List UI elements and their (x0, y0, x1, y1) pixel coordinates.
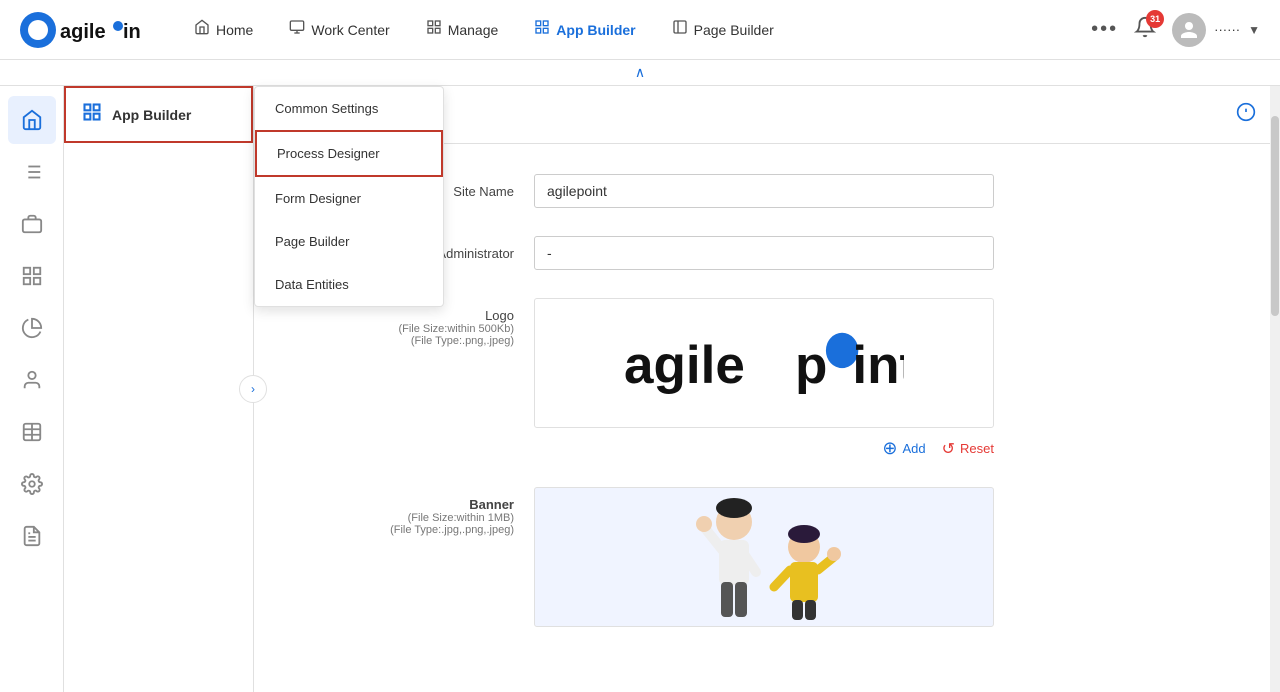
svg-text:int: int (123, 21, 140, 43)
agilepoint-logo-svg: agile int (20, 12, 140, 48)
logo: agile int (20, 12, 140, 48)
add-logo-btn[interactable]: ⊕ Add (882, 438, 925, 459)
nav-workcenter-label: Work Center (311, 22, 389, 38)
sidebar-item-settings[interactable] (8, 460, 56, 508)
banner-label: Banner (File Size:within 1MB) (File Type… (294, 487, 514, 536)
app-builder-button[interactable]: App Builder (64, 86, 253, 143)
sidebar-item-user[interactable] (8, 356, 56, 404)
app-builder-btn-icon (82, 102, 102, 127)
site-name-input[interactable]: agilepoint (534, 174, 994, 208)
app-builder-label: App Builder (112, 107, 191, 123)
banner-illustration (664, 492, 864, 622)
nav-appbuilder-label: App Builder (556, 22, 635, 38)
nav-pagebuilder[interactable]: Page Builder (658, 11, 788, 48)
info-icon[interactable] (1236, 102, 1256, 127)
scrollbar-thumb (1271, 116, 1279, 316)
sidebar-item-briefcase[interactable] (8, 200, 56, 248)
nav-appbuilder[interactable]: App Builder (520, 11, 649, 48)
appbuilder-icon (534, 19, 550, 40)
sidebar-item-doc[interactable] (8, 512, 56, 560)
dropdown-process-designer[interactable]: Process Designer (255, 130, 443, 177)
main-layout: App Builder › Common Settings Process De… (0, 86, 1280, 692)
sidebar-item-home[interactable] (8, 96, 56, 144)
app-builder-panel: App Builder › Common Settings Process De… (64, 86, 254, 692)
svg-text:p: p (795, 336, 827, 395)
collapse-nav-btn[interactable]: ∧ (0, 60, 1280, 86)
top-nav: agile int Home Work Center Manage (0, 0, 1280, 60)
svg-text:agile: agile (60, 21, 106, 43)
notification-bell[interactable]: 31 (1134, 16, 1156, 44)
user-name: ······ (1214, 22, 1240, 37)
svg-text:int: int (852, 336, 904, 395)
banner-size-note: (File Size:within 1MB) (294, 512, 514, 524)
collapse-arrow-icon: ∧ (635, 64, 645, 80)
dropdown-common-settings[interactable]: Common Settings (255, 87, 443, 130)
logo-preview: agile p int ⊕ Add (534, 298, 994, 459)
nav-pagebuilder-label: Page Builder (694, 22, 774, 38)
sidebar-item-list[interactable] (8, 148, 56, 196)
avatar (1172, 13, 1206, 47)
dropdown-page-builder[interactable]: Page Builder (255, 220, 443, 263)
sidebar-item-table[interactable] (8, 408, 56, 456)
scrollbar-track[interactable] (1270, 86, 1280, 692)
expand-chevron-icon: › (251, 382, 255, 396)
agilepoint-brand-logo: agile p int (624, 323, 904, 403)
nav-home-label: Home (216, 22, 253, 38)
manage-icon (426, 19, 442, 40)
logo-type-note: (File Type:.png,.jpeg) (294, 335, 514, 347)
sidebar-narrow (0, 86, 64, 692)
user-menu[interactable]: ······ ▼ (1172, 13, 1260, 47)
expand-panel-btn[interactable]: › (239, 375, 267, 403)
dropdown-data-entities[interactable]: Data Entities (255, 263, 443, 306)
nav-right: ••• 31 ······ ▼ (1091, 13, 1260, 47)
nav-items: Home Work Center Manage App Builder Page… (180, 11, 1091, 48)
pagebuilder-icon (672, 19, 688, 40)
reset-icon: ↺ (942, 439, 955, 459)
nav-more-btn[interactable]: ••• (1091, 18, 1118, 41)
svg-text:agile: agile (624, 336, 745, 395)
sidebar-item-grid[interactable] (8, 252, 56, 300)
app-builder-dropdown: Common Settings Process Designer Form De… (254, 86, 444, 307)
user-chevron-icon: ▼ (1248, 23, 1260, 37)
logo-preview-box: agile p int (534, 298, 994, 428)
sidebar-item-chart[interactable] (8, 304, 56, 352)
banner-type-note: (File Type:.jpg,.png,.jpeg) (294, 524, 514, 536)
dropdown-form-designer[interactable]: Form Designer (255, 177, 443, 220)
logo-actions: ⊕ Add ↺ Reset (534, 438, 994, 459)
nav-workcenter[interactable]: Work Center (275, 11, 403, 48)
banner-preview (534, 487, 994, 627)
notification-count: 31 (1146, 10, 1164, 28)
nav-home[interactable]: Home (180, 11, 267, 48)
logo-size-note: (File Size:within 500Kb) (294, 323, 514, 335)
logo-row: Logo (File Size:within 500Kb) (File Type… (294, 298, 1240, 459)
nav-manage-label: Manage (448, 22, 499, 38)
add-circle-icon: ⊕ (882, 438, 897, 459)
administrator-input[interactable] (534, 236, 994, 270)
nav-manage[interactable]: Manage (412, 11, 513, 48)
banner-row: Banner (File Size:within 1MB) (File Type… (294, 487, 1240, 627)
reset-logo-btn[interactable]: ↺ Reset (942, 438, 994, 459)
monitor-icon (289, 19, 305, 40)
home-nav-icon (194, 19, 210, 40)
